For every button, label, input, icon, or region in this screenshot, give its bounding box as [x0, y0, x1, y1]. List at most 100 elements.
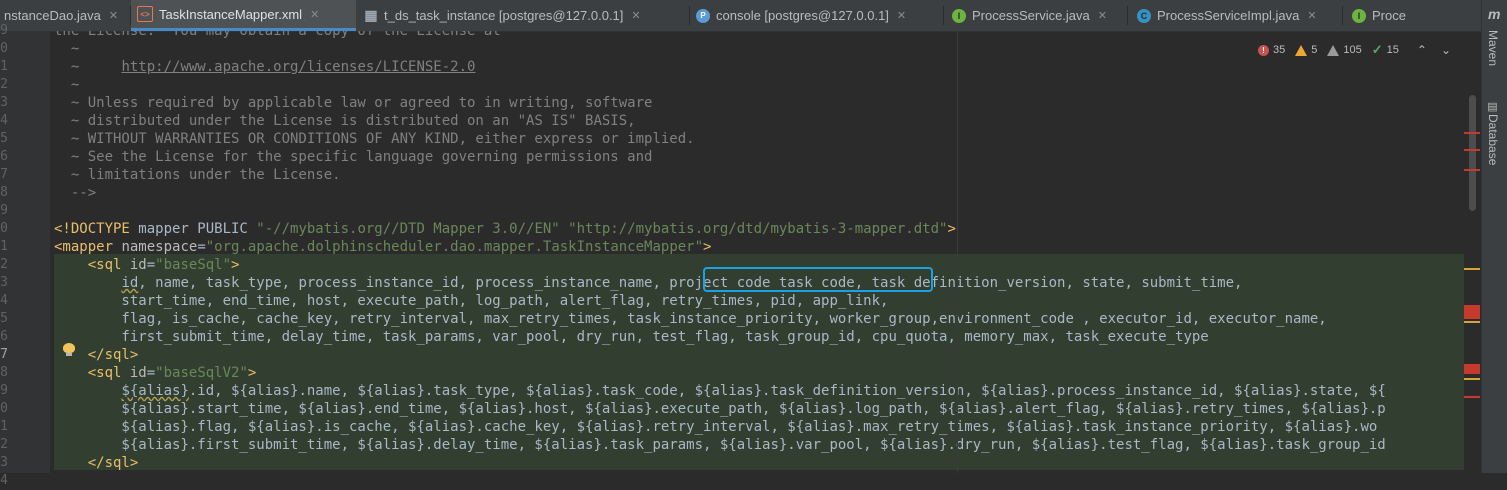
close-icon[interactable]: ✕	[1307, 9, 1316, 22]
editor-tab-bar: nstanceDao.java ✕ <> TaskInstanceMapper.…	[0, 0, 1481, 32]
tab-label: TaskInstanceMapper.xml	[159, 6, 303, 22]
tab-label: ProcessServiceImpl.java	[1157, 8, 1300, 23]
code-line: ~ distributed under the License is distr…	[54, 113, 636, 129]
mapper-line: <mapper namespace="org.apache.dolphinsch…	[54, 239, 712, 255]
warning-marker[interactable]	[1464, 268, 1480, 270]
class-icon: C	[1137, 8, 1151, 23]
error-icon: !	[1258, 44, 1269, 56]
chevron-up-icon[interactable]: ⌃	[1417, 43, 1427, 57]
error-stripe[interactable]	[1463, 31, 1481, 473]
code-line: id, name, task_type, process_instance_id…	[121, 275, 1243, 291]
line-number: 6	[0, 149, 8, 164]
database-tool-button[interactable]: Database	[1486, 114, 1500, 165]
line-number: 0	[0, 401, 8, 416]
scrollbar-thumb[interactable]	[1469, 95, 1476, 211]
postgresql-icon: P	[696, 8, 710, 23]
code-line: ~ limitations under the License.	[54, 167, 341, 183]
weak-warnings-count[interactable]: 105	[1327, 44, 1362, 56]
warning-marker[interactable]	[1464, 378, 1480, 380]
interface-icon: I	[952, 8, 966, 23]
code-line: ~ WITHOUT WARRANTIES OR CONDITIONS OF AN…	[54, 131, 695, 147]
line-number: 2	[0, 437, 8, 452]
tab-task-instance-table[interactable]: ▦ t_ds_task_instance [postgres@127.0.0.1…	[358, 0, 690, 31]
line-number: 9	[0, 383, 8, 398]
maven-tool-button[interactable]: Maven	[1486, 30, 1500, 66]
line-number: 1	[0, 239, 8, 254]
code-line: flag, is_cache, cache_key, retry_interva…	[54, 311, 1327, 327]
warning-icon	[1295, 44, 1308, 56]
close-icon[interactable]: ✕	[631, 9, 640, 22]
line-number-gutter: 9 0 1 2 3 4 5 6 7 8 9 0 1 2 3 4 5 6 7 8 9 0 1 2 3 4	[0, 23, 50, 488]
line-number: 5	[0, 311, 8, 326]
code-line: -->	[54, 185, 97, 201]
lightbulb-icon[interactable]	[63, 343, 75, 357]
errors-count[interactable]: ! 35	[1258, 44, 1285, 56]
line-number: 6	[0, 329, 8, 344]
code-line: start_time, end_time, host, execute_path…	[54, 293, 889, 309]
error-marker[interactable]	[1464, 169, 1480, 171]
code-editor[interactable]: the License. You may obtain a copy of th…	[50, 31, 1481, 473]
line-number: 4	[0, 293, 8, 308]
close-icon[interactable]: ✕	[897, 9, 906, 22]
line-number: 8	[0, 365, 8, 380]
warning-marker[interactable]	[1464, 321, 1480, 323]
code-line: the License. You may obtain a copy of th…	[54, 31, 501, 39]
tab-proce[interactable]: I Proce	[1346, 0, 1481, 31]
interface-icon: I	[1352, 8, 1366, 23]
close-icon[interactable]: ✕	[109, 9, 118, 22]
line-number: 2	[0, 77, 8, 92]
line-number: 7	[0, 347, 8, 362]
database-icon: ▤	[1486, 100, 1498, 113]
line-number: 1	[0, 419, 8, 434]
xml-file-icon: <>	[137, 6, 153, 22]
tab-label: console [postgres@127.0.0.1]	[716, 8, 889, 23]
sql-open-line: <sql id="baseSql">	[54, 257, 240, 273]
code-line: ~ Unless required by applicable law or a…	[54, 95, 653, 111]
code-line: ${alias}.id, ${alias}.name, ${alias}.tas…	[121, 383, 1386, 399]
line-number: 7	[0, 167, 8, 182]
warnings-count[interactable]: 5	[1295, 44, 1317, 56]
error-marker[interactable]	[1464, 305, 1480, 319]
tab-label: t_ds_task_instance [postgres@127.0.0.1]	[384, 8, 624, 23]
tab-instance-dao[interactable]: nstanceDao.java ✕	[0, 0, 131, 31]
tab-process-service[interactable]: I ProcessService.java ✕	[946, 0, 1128, 31]
doctype-line: <!DOCTYPE mapper PUBLIC "-//mybatis.org/…	[54, 221, 956, 237]
line-number: 5	[0, 131, 8, 146]
line-number: 3	[0, 455, 8, 470]
error-marker[interactable]	[1464, 396, 1480, 398]
code-line: ~ http://www.apache.org/licenses/LICENSE…	[54, 59, 476, 75]
code-line: ~ See the License for the specific langu…	[54, 149, 653, 165]
code-line: first_submit_time, delay_time, task_para…	[54, 329, 1209, 345]
tab-task-instance-mapper[interactable]: <> TaskInstanceMapper.xml ✕	[131, 0, 356, 31]
line-number: 4	[0, 473, 8, 488]
inspection-widget[interactable]: ! 35 5 105 ✓ 15 ⌃ ⌄	[1258, 40, 1451, 60]
line-number: 1	[0, 59, 8, 74]
code-line: ${alias}.flag, ${alias}.is_cache, ${alia…	[54, 419, 1378, 435]
line-number: 2	[0, 257, 8, 272]
maven-icon: m	[1488, 6, 1501, 22]
chevron-down-icon[interactable]: ⌄	[1441, 43, 1451, 57]
code-line: ~	[54, 41, 80, 57]
code-line: ~	[54, 77, 80, 93]
error-marker[interactable]	[1464, 364, 1480, 374]
line-number: 0	[0, 41, 8, 56]
annotation-highlight-box	[703, 267, 933, 292]
line-number: 3	[0, 275, 8, 290]
close-icon[interactable]: ✕	[1098, 9, 1107, 22]
tab-label: Proce	[1372, 8, 1406, 23]
right-margin-guide	[957, 31, 958, 473]
right-tool-panel: m Maven ▤ Database	[1481, 0, 1507, 473]
weak-warning-icon	[1327, 44, 1340, 56]
close-icon[interactable]: ✕	[310, 8, 319, 21]
code-line: ${alias}.first_submit_time, ${alias}.del…	[54, 437, 1386, 453]
sql-close-line: </sql>	[54, 455, 139, 471]
line-number: 8	[0, 185, 8, 200]
error-marker[interactable]	[1464, 149, 1480, 151]
error-marker[interactable]	[1464, 132, 1480, 134]
license-link[interactable]: http://www.apache.org/licenses/LICENSE-2…	[121, 59, 475, 75]
ok-count[interactable]: ✓ 15	[1372, 42, 1399, 58]
tab-process-service-impl[interactable]: C ProcessServiceImpl.java ✕	[1131, 0, 1343, 31]
line-number: 4	[0, 113, 8, 128]
line-number: 0	[0, 221, 8, 236]
tab-console-postgres[interactable]: P console [postgres@127.0.0.1] ✕	[690, 0, 944, 31]
